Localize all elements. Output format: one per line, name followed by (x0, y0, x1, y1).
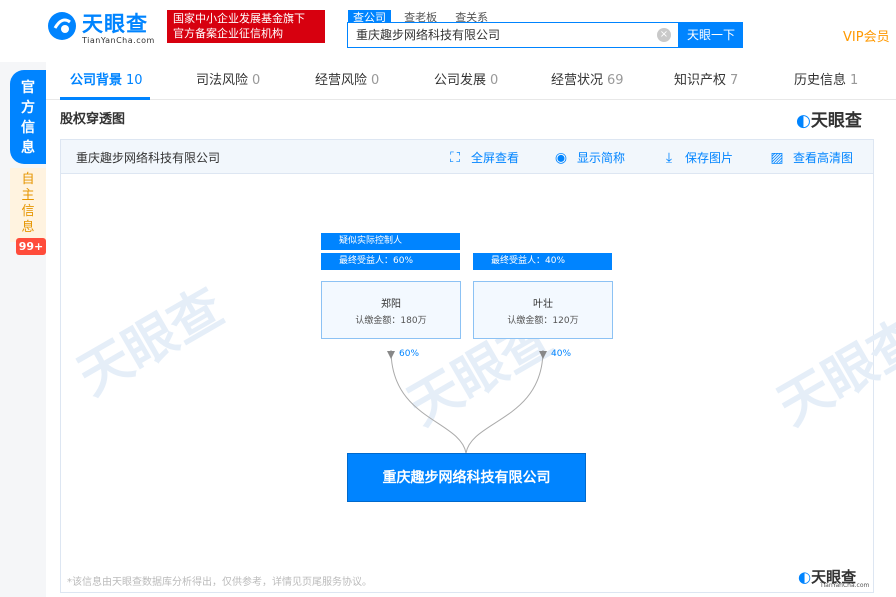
shareholder-node[interactable]: 郑阳 认缴金额：180万 (321, 281, 461, 339)
arrow-down-icon (539, 351, 547, 359)
actual-controller-tag: 疑似实际控制人 (321, 233, 460, 250)
shareholder-name: 叶壮 (533, 299, 553, 310)
shareholder-node[interactable]: 叶壮 认缴金额：120万 (473, 281, 613, 339)
arrow-down-icon (387, 351, 395, 359)
target-company-node[interactable]: 重庆趣步网络科技有限公司 (347, 453, 586, 502)
share-percent: 60% (399, 349, 420, 359)
beneficiary-tag: 最终受益人：60% (321, 253, 460, 270)
share-percent: 40% (551, 349, 572, 359)
shareholder-amount: 认缴金额：180万 (355, 316, 427, 326)
disclaimer-text: *该信息由天眼查数据库分析得出，仅供参考，详情见页尾服务协议。 (67, 577, 372, 588)
beneficiary-tag: 最终受益人：40% (473, 253, 612, 270)
shareholder-amount: 认缴金额：120万 (507, 316, 579, 326)
shareholder-name: 郑阳 (381, 299, 401, 310)
brand-icon: ◐ (798, 568, 812, 586)
footer-brand-sub: TianYanCha.com (820, 582, 870, 589)
